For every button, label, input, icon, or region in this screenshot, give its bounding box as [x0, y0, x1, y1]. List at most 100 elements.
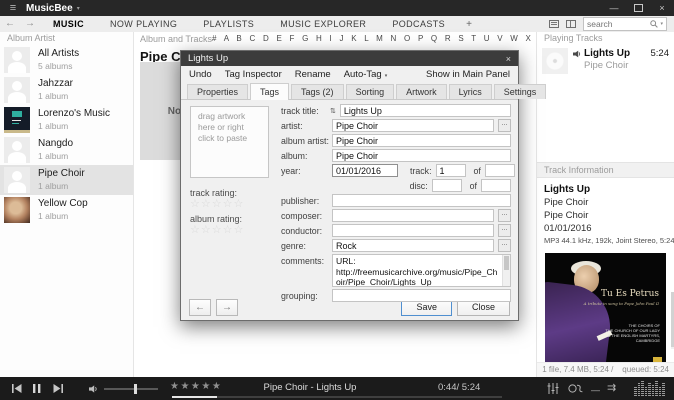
search-box[interactable]: ▾: [583, 17, 667, 31]
previous-track-button[interactable]: [12, 384, 22, 393]
next-track-button[interactable]: [53, 384, 63, 393]
album-artist-label: album artist:: [281, 135, 329, 146]
volume-slider[interactable]: [104, 384, 158, 394]
artist-name: Nangdo: [38, 138, 74, 149]
alphabet-jump-bar[interactable]: # A B C D E F G H I J K L M N O P Q R S …: [212, 34, 556, 43]
track-no-field[interactable]: [435, 164, 466, 177]
genre-ellipsis-button[interactable]: ...: [498, 239, 511, 252]
publisher-field[interactable]: [332, 194, 511, 207]
sidebar-item-pipe-choir[interactable]: Pipe Choir 1 album: [0, 165, 133, 195]
tab-podcasts[interactable]: PODCASTS: [392, 19, 445, 29]
sidebar-item-all-artists[interactable]: All Artists 5 albums: [0, 45, 133, 75]
comments-label: comments:: [281, 256, 325, 266]
tag-editor-dialog: Lights Up × Undo Tag Inspector Rename Au…: [180, 50, 547, 321]
conductor-ellipsis-button[interactable]: ...: [498, 224, 511, 237]
tab-now-playing[interactable]: NOW PLAYING: [110, 19, 177, 29]
seek-bar[interactable]: [172, 396, 502, 398]
dialog-titlebar[interactable]: Lights Up ×: [181, 51, 518, 66]
search-caret-icon[interactable]: ▾: [660, 21, 663, 27]
maximize-button[interactable]: [626, 0, 650, 16]
forward-icon[interactable]: →: [25, 17, 35, 31]
tab-lyrics[interactable]: Lyrics: [448, 84, 492, 99]
hamburger-menu-icon[interactable]: ≡: [0, 0, 26, 16]
tab-sorting[interactable]: Sorting: [345, 84, 395, 99]
info-format: MP3 44.1 kHz, 192k, Joint Stereo, 5:24: [544, 236, 674, 245]
composer-label: composer:: [281, 210, 323, 221]
artwork-drop-zone[interactable]: drag artwork here or right click to past…: [190, 106, 269, 178]
pause-button[interactable]: [33, 384, 41, 393]
show-in-main-panel-link[interactable]: Show in Main Panel: [426, 69, 510, 80]
tab-music[interactable]: MUSIC: [53, 19, 84, 29]
disc-no-label: disc:: [409, 180, 428, 191]
shuffle-icon[interactable]: [568, 384, 583, 393]
album-artist-field[interactable]: [332, 134, 511, 147]
previous-file-button[interactable]: ←: [189, 298, 211, 316]
tab-properties[interactable]: Properties: [187, 84, 249, 99]
app-menu-caret-icon[interactable]: ▾: [77, 5, 80, 12]
auto-tag-caret-icon: ▾: [384, 73, 388, 79]
volume-icon[interactable]: [89, 385, 99, 393]
volume-slider-thumb[interactable]: [133, 384, 137, 394]
minimize-button[interactable]: —: [602, 0, 626, 16]
tab-tags[interactable]: Tags: [250, 83, 290, 100]
sidebar-item-yellow-cop[interactable]: Yellow Cop 1 album: [0, 195, 133, 225]
visualizer-icon[interactable]: [634, 381, 668, 396]
disc-no-field[interactable]: [431, 179, 462, 192]
next-file-button[interactable]: →: [216, 298, 238, 316]
equalizer-icon[interactable]: [547, 383, 559, 394]
menu-rename[interactable]: Rename: [295, 69, 331, 80]
artist-field[interactable]: [332, 119, 494, 132]
album-rating-stars[interactable]: ☆☆☆☆☆: [190, 223, 244, 236]
dialog-close-button[interactable]: ×: [506, 54, 511, 64]
search-input[interactable]: [587, 19, 649, 29]
playback-flow-icon[interactable]: ⇉: [607, 383, 616, 394]
disc-of-field[interactable]: [481, 179, 511, 192]
tab-music-explorer[interactable]: MUSIC EXPLORER: [280, 19, 366, 29]
menu-undo[interactable]: Undo: [189, 69, 212, 80]
now-playing-label[interactable]: Pipe Choir - Lights Up: [225, 382, 395, 393]
queue-track-title: Lights Up: [584, 48, 631, 59]
player-rating-stars[interactable]: ★★★★★: [170, 381, 222, 392]
close-button[interactable]: ×: [650, 0, 674, 16]
sidebar-item-lorenzos-music[interactable]: Lorenzo's Music 1 album: [0, 105, 133, 135]
swap-updown-icon[interactable]: ⇅: [330, 107, 336, 115]
sidebar-item-nangdo[interactable]: Nangdo 1 album: [0, 135, 133, 165]
track-of-field[interactable]: [484, 164, 515, 177]
sidebar-item-jahzzar[interactable]: Jahzzar 1 album: [0, 75, 133, 105]
app-title: MusicBee: [26, 2, 73, 14]
album-label: album:: [281, 150, 308, 161]
layout-panels-icon[interactable]: [566, 20, 576, 28]
track-title-field[interactable]: [339, 104, 511, 117]
grouping-label: grouping:: [281, 290, 318, 301]
year-field[interactable]: [332, 164, 398, 177]
tab-playlists[interactable]: PLAYLISTS: [203, 19, 254, 29]
menu-tag-inspector[interactable]: Tag Inspector: [225, 69, 282, 80]
seek-bar-played: [172, 396, 217, 398]
queue-track-duration: 5:24: [650, 48, 670, 59]
artist-ellipsis-button[interactable]: ...: [498, 119, 511, 132]
artist-count: 1 album: [38, 151, 69, 161]
tab-settings[interactable]: Settings: [493, 84, 547, 99]
artist-count: 1 album: [38, 121, 69, 131]
info-artist: Pipe Choir: [544, 197, 589, 208]
comments-field[interactable]: URL: http://freemusicarchive.org/music/P…: [332, 254, 511, 287]
queue-item[interactable]: Lights Up 5:24 Pipe Choir: [537, 45, 674, 74]
add-tab-button[interactable]: +: [466, 19, 472, 30]
back-icon[interactable]: ←: [5, 17, 15, 31]
notification-icon[interactable]: [549, 20, 559, 28]
composer-ellipsis-button[interactable]: ...: [498, 209, 511, 222]
track-rating-stars[interactable]: ☆☆☆☆☆: [190, 197, 244, 210]
search-icon[interactable]: [650, 20, 659, 28]
repeat-off-icon[interactable]: —: [591, 385, 600, 395]
menu-auto-tag[interactable]: Auto-Tag ▾: [344, 69, 388, 80]
artwork-title: Tu Es Petrus: [600, 289, 659, 299]
tab-artwork[interactable]: Artwork: [396, 84, 447, 99]
comments-scrollbar[interactable]: [502, 255, 510, 286]
conductor-field[interactable]: [332, 224, 494, 237]
comments-scrollbar-thumb[interactable]: [504, 256, 509, 270]
album-field[interactable]: [332, 149, 511, 162]
composer-field[interactable]: [332, 209, 494, 222]
genre-field[interactable]: [332, 239, 494, 252]
tab-tags-2[interactable]: Tags (2): [291, 84, 344, 99]
grouping-field[interactable]: [332, 289, 511, 302]
